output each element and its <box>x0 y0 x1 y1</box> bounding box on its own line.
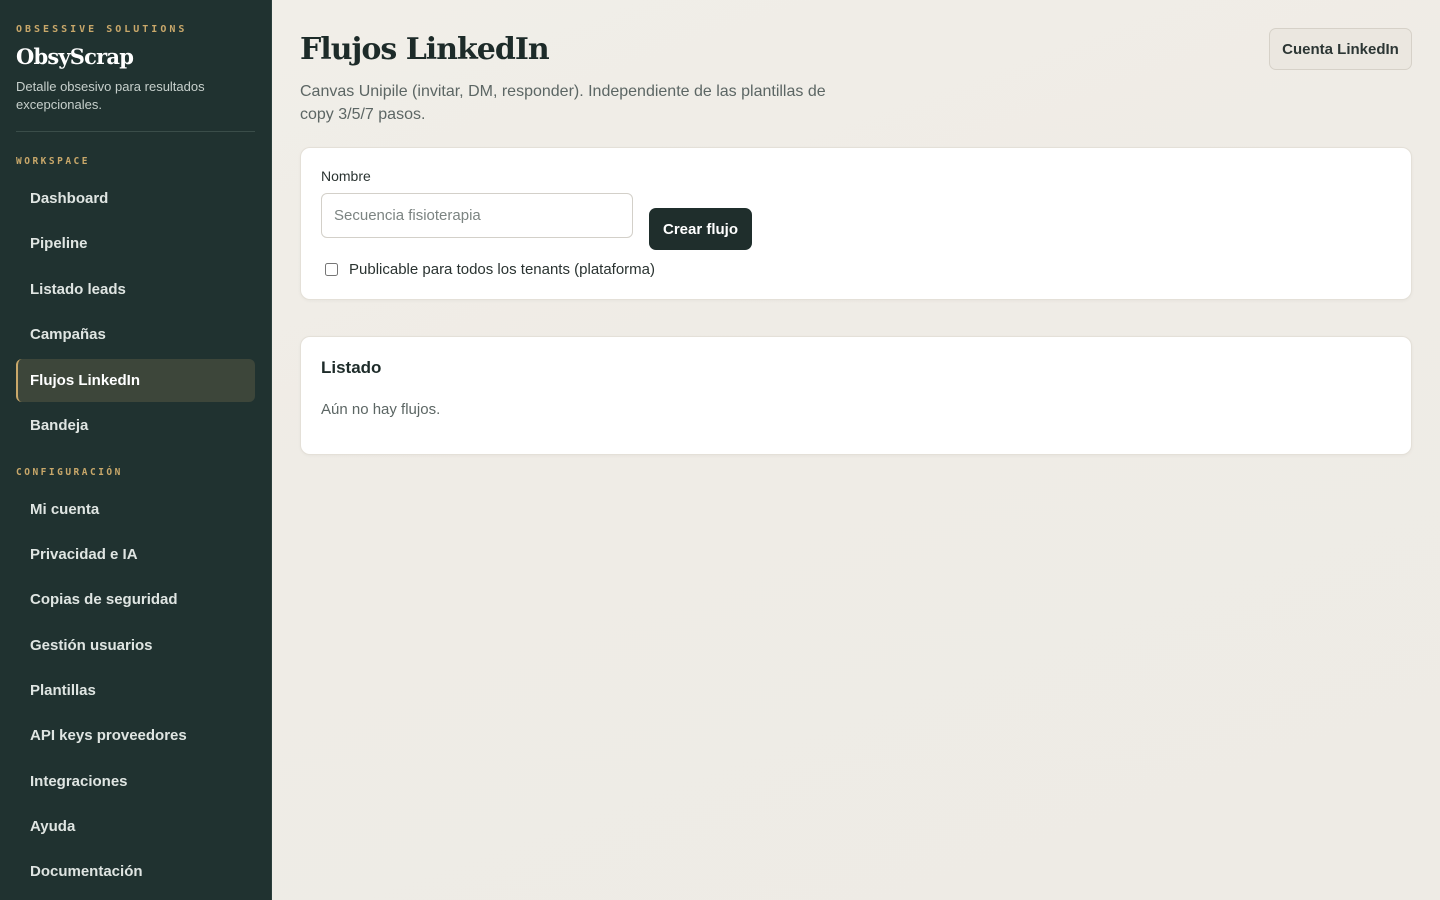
main-content: Flujos LinkedIn Canvas Unipile (invitar,… <box>272 0 1440 900</box>
sidebar-item-bandeja[interactable]: Bandeja <box>16 404 255 447</box>
sidebar-item-privacidad-ia[interactable]: Privacidad e IA <box>16 533 255 576</box>
sidebar-item-dashboard[interactable]: Dashboard <box>16 177 255 220</box>
sidebar-item-plantillas[interactable]: Plantillas <box>16 669 255 712</box>
brand-tagline: Detalle obsesivo para resultados excepci… <box>16 79 205 112</box>
sidebar-item-pipeline[interactable]: Pipeline <box>16 222 255 265</box>
brand-kicker: OBSESSIVE SOLUTIONS <box>16 24 188 35</box>
sidebar-item-gestion-usuarios[interactable]: Gestión usuarios <box>16 624 255 667</box>
sidebar-item-flujos-linkedin[interactable]: Flujos LinkedIn <box>16 359 255 402</box>
sidebar-item-mi-cuenta[interactable]: Mi cuenta <box>16 488 255 531</box>
publishable-label[interactable]: Publicable para todos los tenants (plata… <box>349 261 655 278</box>
section-label-workspace: WORKSPACE <box>16 156 90 167</box>
sidebar-item-ayuda[interactable]: Ayuda <box>16 805 255 848</box>
brand-logo-name[interactable]: ObsyScrap <box>16 44 134 69</box>
name-field-label: Nombre <box>321 168 371 184</box>
sidebar-item-copias-seguridad[interactable]: Copias de seguridad <box>16 578 255 621</box>
section-label-configuracion: CONFIGURACIÓN <box>16 467 123 478</box>
page-subtitle: Canvas Unipile (invitar, DM, responder).… <box>300 83 826 123</box>
list-title: Listado <box>321 358 382 377</box>
sidebar-item-documentacion[interactable]: Documentación <box>16 850 255 893</box>
sidebar-item-listado-leads[interactable]: Listado leads <box>16 268 255 311</box>
publishable-row: Publicable para todos los tenants (plata… <box>325 261 655 278</box>
sidebar-item-campanas[interactable]: Campañas <box>16 313 255 356</box>
linkedin-account-button[interactable]: Cuenta LinkedIn <box>1269 28 1412 70</box>
flows-list-card: Listado Aún no hay flujos. <box>300 336 1412 455</box>
create-flow-card: Nombre Crear flujo Publicable para todos… <box>300 147 1412 300</box>
sidebar-item-api-keys[interactable]: API keys proveedores <box>16 714 255 757</box>
publishable-checkbox[interactable] <box>325 263 338 276</box>
page-title: Flujos LinkedIn <box>300 32 550 67</box>
empty-state-message: Aún no hay flujos. <box>321 401 441 418</box>
sidebar: OBSESSIVE SOLUTIONS ObsyScrap Detalle ob… <box>0 0 272 900</box>
sidebar-divider <box>16 131 255 132</box>
sidebar-item-integraciones[interactable]: Integraciones <box>16 760 255 803</box>
name-input[interactable] <box>321 193 633 238</box>
create-flow-button[interactable]: Crear flujo <box>649 208 752 250</box>
